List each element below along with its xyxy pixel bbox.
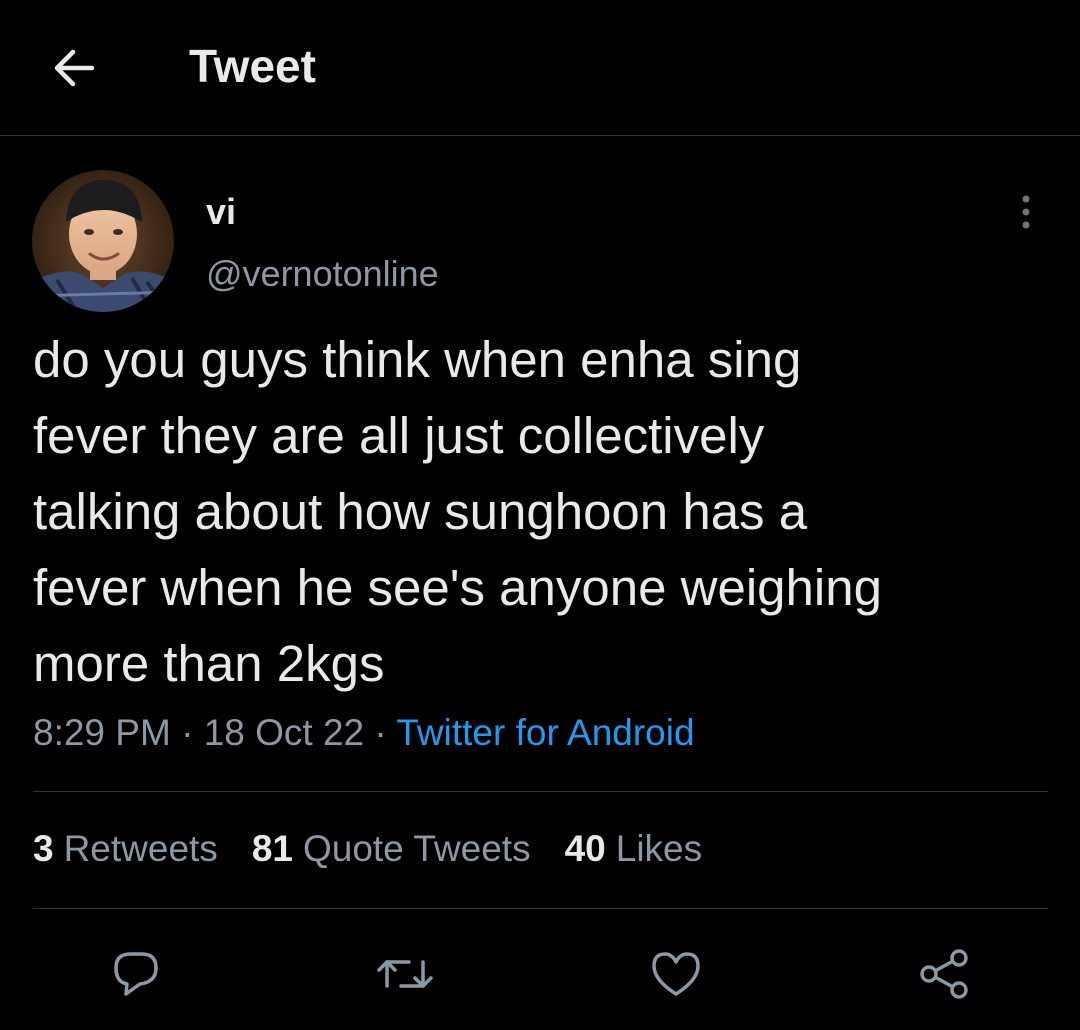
tweet-meta: 8:29 PM · 18 Oct 22 · Twitter for Androi…	[33, 710, 695, 756]
page-title: Tweet	[189, 40, 316, 92]
reply-icon	[110, 948, 162, 1000]
author-handle[interactable]: @vernotonline	[206, 252, 439, 296]
author-display-name[interactable]: vi	[206, 190, 236, 234]
heart-icon	[650, 950, 702, 998]
likes-stat[interactable]: 40 Likes	[565, 826, 703, 872]
quote-tweets-count: 81	[251, 828, 293, 869]
arrow-left-icon	[52, 48, 96, 88]
meta-separator: ·	[181, 712, 194, 753]
retweets-stat[interactable]: 3 Retweets	[33, 826, 218, 872]
quote-tweets-stat[interactable]: 81 Quote Tweets	[252, 826, 531, 872]
tweet-time: 8:29 PM	[33, 712, 171, 753]
like-button[interactable]	[646, 944, 706, 1004]
likes-count: 40	[564, 828, 606, 869]
quote-tweets-label: Quote Tweets	[302, 828, 531, 869]
tweet-date: 18 Oct 22	[203, 712, 365, 753]
back-button[interactable]	[46, 40, 102, 96]
reply-button[interactable]	[106, 944, 166, 1004]
share-button[interactable]	[914, 944, 974, 1004]
more-vertical-icon	[1021, 194, 1031, 230]
retweet-icon	[375, 948, 435, 1000]
retweet-button[interactable]	[375, 944, 435, 1004]
retweets-count: 3	[33, 828, 54, 869]
top-bar: Tweet	[0, 0, 1080, 136]
more-options-button[interactable]	[1006, 188, 1046, 236]
retweets-label: Retweets	[63, 828, 218, 869]
share-icon	[917, 947, 971, 1001]
divider	[33, 908, 1048, 909]
avatar[interactable]	[32, 170, 174, 312]
divider	[33, 791, 1048, 792]
tweet-source-link[interactable]: Twitter for Android	[396, 712, 694, 753]
tweet-text: do you guys think when enha sing fever t…	[33, 331, 882, 692]
likes-label: Likes	[615, 828, 703, 869]
meta-separator: ·	[374, 712, 387, 753]
engagement-stats: 3 Retweets 81 Quote Tweets 40 Likes	[33, 826, 702, 872]
